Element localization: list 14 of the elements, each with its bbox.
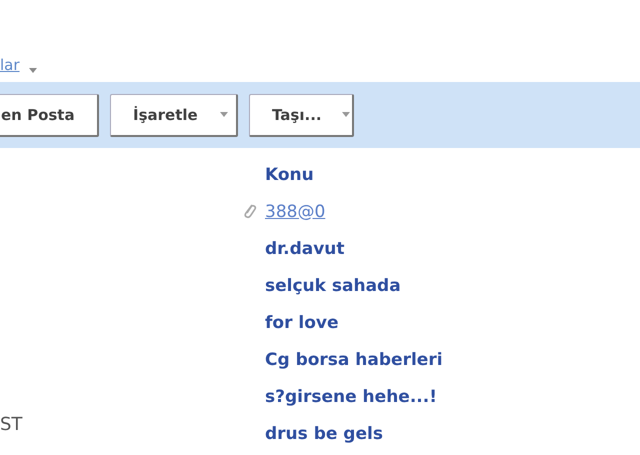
message-subject-link[interactable]: 388@0: [265, 202, 326, 222]
message-subject-link[interactable]: for love: [265, 312, 338, 332]
message-subject-link[interactable]: drus be gels: [265, 424, 383, 444]
message-subject-link[interactable]: dr.davut: [265, 238, 345, 258]
column-header[interactable]: Konu: [265, 164, 314, 184]
message-subject-link[interactable]: Cg borsa haberleri: [265, 350, 443, 370]
toolbar-button[interactable]: Taşı...: [249, 94, 354, 136]
toolbar-button[interactable]: İşaretle: [110, 94, 238, 136]
message-subject-link[interactable]: s?girsene hehe...!: [265, 386, 437, 406]
folders-link[interactable]: lar: [0, 54, 20, 76]
message-subject-link[interactable]: selçuk sahada: [265, 276, 401, 296]
caret-icon[interactable]: [28, 68, 37, 73]
toolbar-button[interactable]: en Posta: [0, 94, 99, 136]
sender-text: ST: [0, 414, 22, 435]
